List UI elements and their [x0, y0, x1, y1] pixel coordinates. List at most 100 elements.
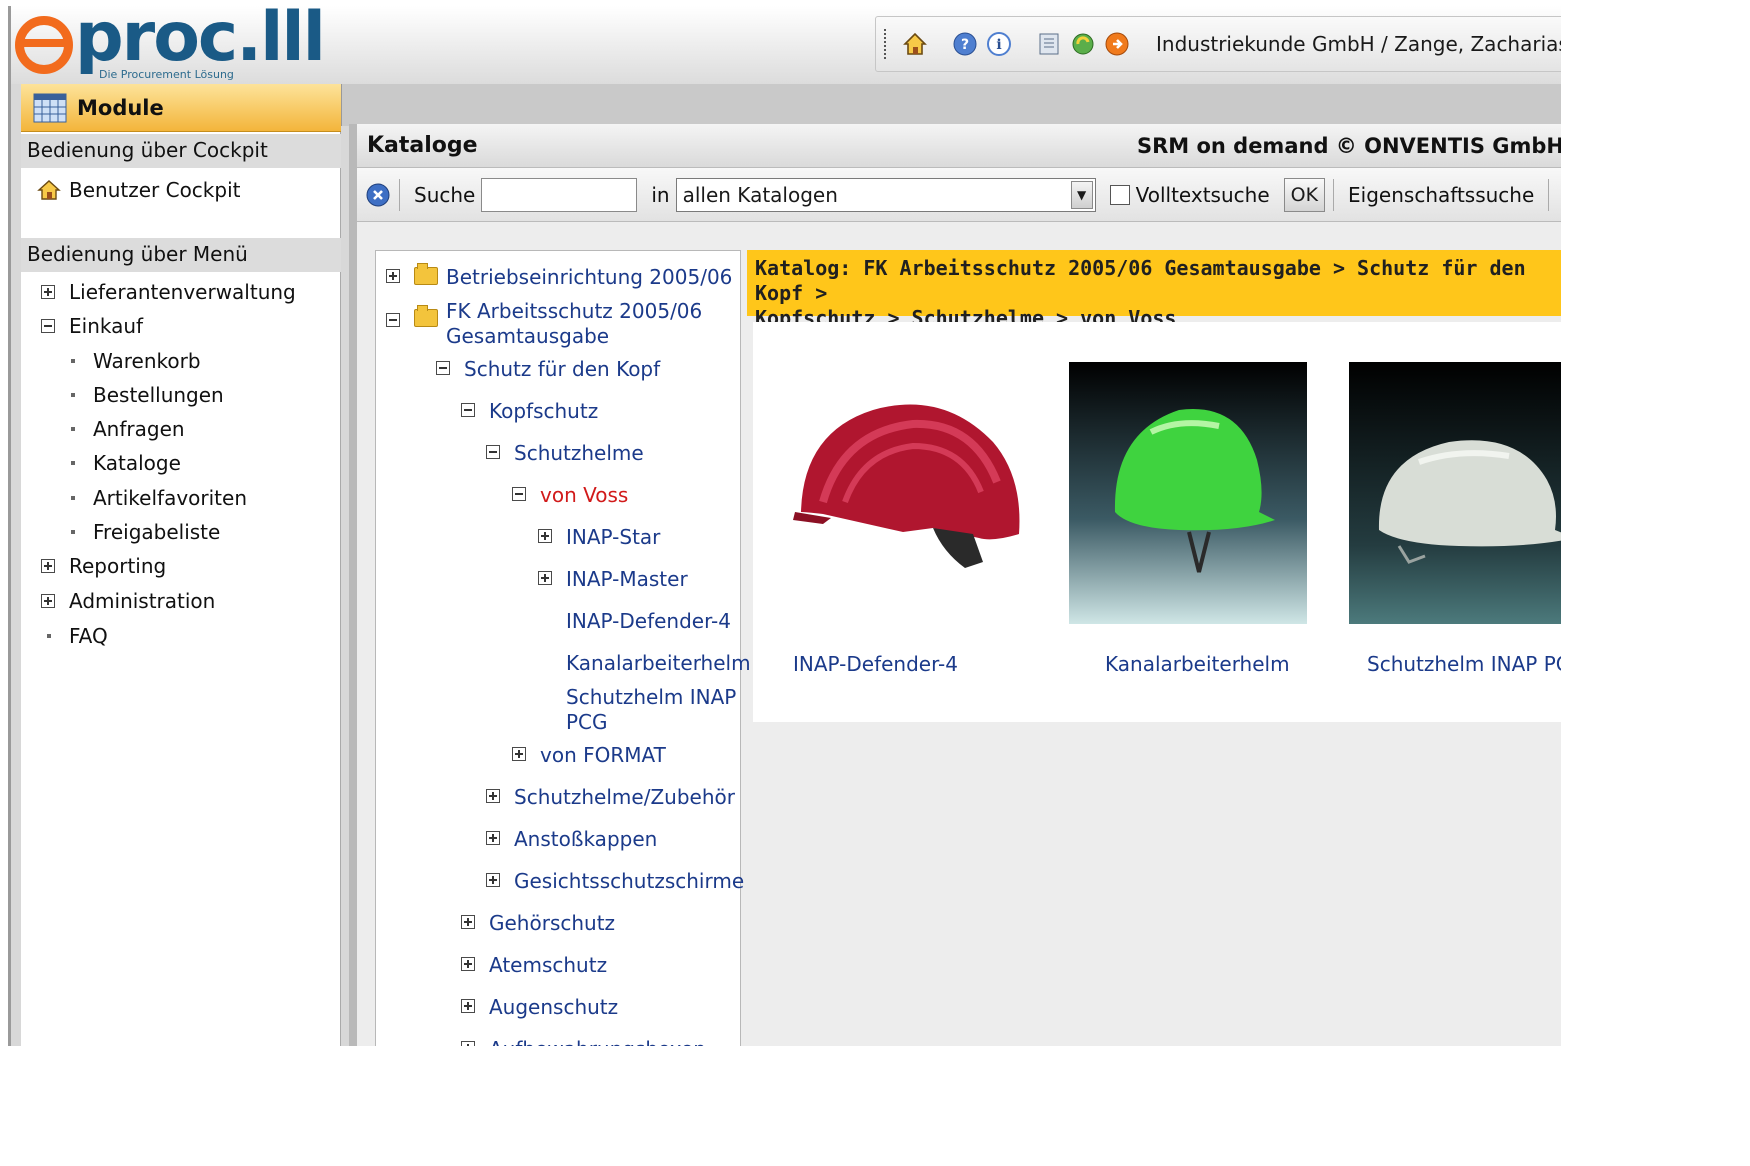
- svg-text:i: i: [996, 37, 1001, 53]
- sidebar-item-bestellungen[interactable]: Bestellungen: [71, 383, 224, 407]
- expand-icon[interactable]: [41, 285, 55, 299]
- tree-item-augenschutz[interactable]: Augenschutz: [461, 995, 618, 1019]
- expand-icon[interactable]: [461, 915, 475, 929]
- notes-icon[interactable]: [1036, 30, 1062, 58]
- product-name[interactable]: Kanalarbeiterhelm: [1105, 652, 1290, 676]
- product-card[interactable]: Kanalarbeiterhelm: [1069, 362, 1307, 676]
- collapse-icon[interactable]: [461, 403, 475, 417]
- tree-item-betriebseinrichtung[interactable]: Betriebseinrichtung 2005/06: [386, 263, 732, 289]
- tree-item-schutz-fuer-den-kopf[interactable]: Schutz für den Kopf: [436, 357, 660, 381]
- tree-item-aufbewahrungsboxen[interactable]: Aufbewahrungsboxen: [461, 1037, 706, 1046]
- product-card[interactable]: INAP-Defender-4: [783, 362, 1021, 676]
- collapse-icon[interactable]: [512, 487, 526, 501]
- product-image-helmet-green[interactable]: [1069, 362, 1307, 624]
- app-header: proc.lll Die Procurement Lösung ? i Indu…: [11, 6, 1561, 84]
- module-grid-icon: [33, 93, 67, 122]
- fulltext-label: Volltextsuche: [1135, 182, 1270, 207]
- product-grid: INAP-Defender-4 Kanalarbeiterhelm Schutz…: [753, 322, 1561, 722]
- bullet-icon: [71, 393, 75, 397]
- tree-item-schutzhelm-inap-pcg[interactable]: Schutzhelm INAP PCG: [566, 685, 736, 735]
- sidebar-item-kataloge[interactable]: Kataloge: [71, 451, 181, 475]
- collapse-icon[interactable]: [386, 313, 400, 327]
- catalog-breadcrumb: Katalog: FK Arbeitsschutz 2005/06 Gesamt…: [747, 250, 1561, 330]
- expand-icon[interactable]: [41, 594, 55, 608]
- tree-item-gesichtsschutzschirme[interactable]: Gesichtsschutzschirme: [486, 869, 744, 893]
- expand-icon[interactable]: [461, 999, 475, 1013]
- bullet-icon: [71, 359, 75, 363]
- sidebar-item-faq[interactable]: FAQ: [47, 624, 108, 648]
- tree-item-von-voss[interactable]: von Voss: [512, 483, 628, 507]
- toolbar-grip: [884, 29, 886, 59]
- sidebar-item-einkauf[interactable]: Einkauf: [41, 314, 143, 338]
- fulltext-checkbox[interactable]: [1109, 184, 1130, 205]
- tree-item-schutzhelme-zubehoer[interactable]: Schutzhelme/Zubehör: [486, 785, 735, 809]
- user-label: Industriekunde GmbH / Zange, Zacharias: [1156, 32, 1561, 56]
- search-label: Suche: [414, 182, 476, 207]
- tree-item-inap-star[interactable]: INAP-Star: [538, 525, 660, 549]
- copyright-label: SRM on demand © ONVENTIS GmbH: [1136, 133, 1561, 158]
- svg-text:?: ?: [961, 37, 969, 53]
- product-name[interactable]: Schutzhelm INAP PCG: [1367, 652, 1561, 676]
- menu-section-header: Bedienung über Menü: [21, 238, 341, 272]
- expand-icon[interactable]: [461, 957, 475, 971]
- logout-icon[interactable]: [1104, 30, 1130, 58]
- help-icon[interactable]: ?: [952, 30, 978, 58]
- tree-item-anstosskappen[interactable]: Anstoßkappen: [486, 827, 657, 851]
- tree-item-inap-master[interactable]: INAP-Master: [538, 567, 688, 591]
- expand-icon[interactable]: [386, 269, 400, 283]
- bullet-icon: [71, 530, 75, 534]
- folder-icon: [414, 263, 438, 285]
- sidebar-item-warenkorb[interactable]: Warenkorb: [71, 349, 201, 373]
- collapse-icon[interactable]: [41, 319, 55, 333]
- top-toolbar: ? i Industriekunde GmbH / Zange, Zachari…: [875, 16, 1561, 72]
- expand-icon[interactable]: [512, 747, 526, 761]
- info-icon[interactable]: i: [986, 30, 1012, 58]
- expand-icon[interactable]: [486, 873, 500, 887]
- close-icon[interactable]: [365, 182, 391, 208]
- sidebar: Module Bedienung über Cockpit Benutzer C…: [21, 84, 341, 1046]
- logo-tagline: Die Procurement Lösung: [99, 68, 234, 81]
- tree-item-inap-defender-4[interactable]: INAP-Defender-4: [566, 609, 731, 633]
- search-bar: Suche in allen Katalogen ▼ Volltextsuche…: [357, 168, 1561, 222]
- expand-icon[interactable]: [461, 1041, 475, 1046]
- product-card[interactable]: Schutzhelm INAP PCG: [1349, 362, 1561, 676]
- module-label: Module: [77, 95, 164, 120]
- product-image-helmet-red[interactable]: [783, 362, 1021, 624]
- bullet-icon: [71, 427, 75, 431]
- expand-icon[interactable]: [486, 789, 500, 803]
- tree-item-atemschutz[interactable]: Atemschutz: [461, 953, 607, 977]
- catalog-select[interactable]: allen Katalogen ▼: [675, 177, 1096, 212]
- refresh-icon[interactable]: [1070, 30, 1096, 58]
- sidebar-item-freigabeliste[interactable]: Freigabeliste: [71, 520, 220, 544]
- collapse-icon[interactable]: [486, 445, 500, 459]
- sidebar-item-artikelfavoriten[interactable]: Artikelfavoriten: [71, 486, 247, 510]
- tree-item-kopfschutz[interactable]: Kopfschutz: [461, 399, 598, 423]
- search-input[interactable]: [481, 177, 638, 212]
- expand-icon[interactable]: [41, 559, 55, 573]
- module-header[interactable]: Module: [21, 84, 341, 132]
- tree-item-kanalarbeiterhelm[interactable]: Kanalarbeiterhelm: [566, 651, 751, 675]
- home-icon: [37, 180, 61, 200]
- collapse-icon[interactable]: [436, 361, 450, 375]
- tree-item-gehoerschutz[interactable]: Gehörschutz: [461, 911, 615, 935]
- sidebar-item-anfragen[interactable]: Anfragen: [71, 417, 185, 441]
- ok-button[interactable]: OK: [1283, 177, 1326, 212]
- tree-item-von-format[interactable]: von FORMAT: [512, 743, 666, 767]
- tree-item-fk-arbeitsschutz[interactable]: FK Arbeitsschutz 2005/06 Gesamtausgabe: [386, 299, 702, 349]
- catalog-title-bar: Kataloge SRM on demand © ONVENTIS GmbH: [357, 124, 1561, 168]
- tree-item-schutzhelme[interactable]: Schutzhelme: [486, 441, 644, 465]
- sidebar-item-lieferantenverwaltung[interactable]: Lieferantenverwaltung: [41, 280, 296, 304]
- expand-icon[interactable]: [538, 529, 552, 543]
- sidebar-item-reporting[interactable]: Reporting: [41, 554, 166, 578]
- product-image-helmet-white[interactable]: [1349, 362, 1561, 624]
- home-icon[interactable]: [902, 30, 928, 58]
- expand-icon[interactable]: [486, 831, 500, 845]
- sidebar-item-administration[interactable]: Administration: [41, 589, 215, 613]
- chevron-down-icon[interactable]: ▼: [1070, 180, 1093, 209]
- benutzer-cockpit-link[interactable]: Benutzer Cockpit: [37, 178, 240, 202]
- expand-icon[interactable]: [538, 571, 552, 585]
- content-top-strip: [341, 84, 1561, 126]
- eproc-logo[interactable]: proc.lll Die Procurement Lösung: [13, 6, 326, 84]
- property-search-link[interactable]: Eigenschaftssuche: [1348, 183, 1534, 207]
- product-name[interactable]: INAP-Defender-4: [793, 652, 958, 676]
